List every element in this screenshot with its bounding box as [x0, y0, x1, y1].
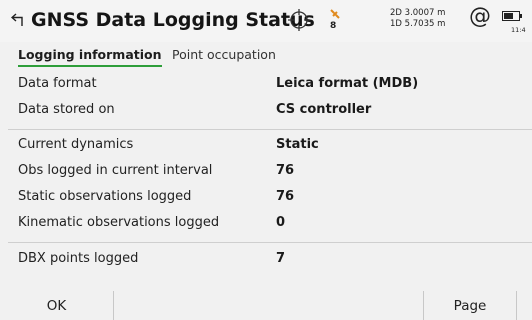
row-label: Static observations logged: [18, 189, 192, 204]
row-value: 0: [276, 215, 286, 230]
tab-logging-information[interactable]: Logging information: [18, 47, 162, 67]
satellite-icon[interactable]: [328, 7, 342, 21]
clock: 11:4: [511, 26, 526, 34]
page-title: GNSS Data Logging Status: [31, 9, 315, 31]
row-label: Current dynamics: [18, 137, 134, 152]
page-button[interactable]: Page: [423, 291, 517, 320]
tab-point-occupation[interactable]: Point occupation: [172, 47, 276, 62]
row-label: Kinematic observations logged: [18, 215, 220, 230]
row-value: 76: [276, 163, 295, 178]
satellite-count: 8: [330, 21, 337, 31]
button-bar: OK Page: [0, 291, 532, 320]
row-value: Leica format (MDB): [276, 76, 419, 91]
tab-bar: Logging information Point occupation: [0, 44, 532, 67]
row-label: Data stored on: [18, 102, 115, 117]
row-label: Obs logged in current interval: [18, 163, 213, 178]
row-data-stored-on: Data stored on CS controller: [0, 98, 532, 124]
precision-1d: 1D 5.7035 m: [390, 19, 446, 29]
row-dbx-points: DBX points logged 7: [0, 247, 532, 273]
row-value: 76: [276, 189, 295, 204]
crosshair-icon[interactable]: [287, 8, 311, 32]
at-icon[interactable]: @: [469, 4, 491, 29]
row-data-format: Data format Leica format (MDB): [0, 72, 532, 98]
row-value: 7: [276, 251, 286, 266]
divider: [8, 129, 532, 130]
row-value: CS controller: [276, 102, 372, 117]
precision-readout[interactable]: 2D 3.0007 m 1D 5.7035 m: [390, 8, 445, 30]
row-label: Data format: [18, 76, 97, 91]
precision-2d: 2D 3.0007 m: [390, 8, 446, 18]
battery-icon[interactable]: [502, 9, 524, 23]
row-kinematic-observations: Kinematic observations logged 0: [0, 211, 532, 237]
title-bar: GNSS Data Logging Status 8 2D 3.0007 m 1…: [0, 0, 532, 42]
back-arrow-icon[interactable]: [11, 12, 25, 28]
ok-button[interactable]: OK: [0, 291, 114, 320]
row-label: DBX points logged: [18, 251, 139, 266]
divider: [8, 242, 532, 243]
row-current-dynamics: Current dynamics Static: [0, 133, 532, 159]
row-value: Static: [276, 137, 319, 152]
row-static-observations: Static observations logged 76: [0, 185, 532, 211]
row-obs-logged-current-interval: Obs logged in current interval 76: [0, 159, 532, 185]
